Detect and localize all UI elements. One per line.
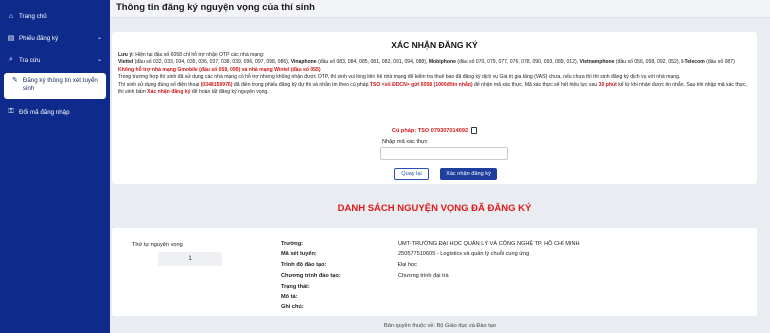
sidebar-item-home[interactable]: ⌂ Trang chủ: [0, 6, 110, 26]
search-icon: ⌕: [9, 56, 13, 63]
document-icon: ▤: [7, 35, 15, 42]
confirm-phrase: Xác nhận đăng ký: [147, 89, 191, 96]
phone-instruction-a: Thí sinh sử dụng đúng số điện thoại: [118, 81, 200, 88]
sms-syntax-line: Cú pháp: TSO 079307014092: [112, 127, 757, 134]
phone-instruction-c: để nhận mã xác thực. Mã xác thực sẽ hết …: [474, 81, 598, 88]
carrier-itelecom-numbers: (đầu số 087): [706, 59, 735, 66]
carrier-itelecom: I-Telecom: [681, 59, 705, 66]
wish-order-value: 1: [158, 252, 222, 266]
field-status-label: Trạng thái:: [281, 284, 310, 290]
home-icon: ⌂: [8, 12, 14, 20]
wish-card: Thứ tự nguyện vọng 1 Trường: UMT-TRƯỜNG …: [112, 228, 757, 316]
carrier-mobiphone: Mobiphone: [428, 59, 456, 66]
field-admission-code-label: Mã xét tuyển:: [281, 251, 317, 257]
field-program-label: Chương trình đào tạo:: [281, 273, 341, 279]
sidebar-item-admission-registration[interactable]: ✎ Đăng ký thông tin xét tuyển sinh: [4, 73, 106, 99]
field-training-level-value: Đại học: [398, 262, 417, 268]
field-program-value: Chương trình đại trà: [398, 273, 449, 279]
confirm-registration-button[interactable]: Xác nhận đăng ký: [440, 168, 497, 180]
confirm-registration-card: XÁC NHẬN ĐĂNG KÝ Lưu ý: Hiện tại đầu số …: [112, 32, 757, 184]
carrier-vinaphone-numbers: (đầu số 083, 084, 085, 081, 082, 091, 09…: [318, 59, 428, 66]
note-line: Hiện tại đầu số 6058 chỉ hỗ trợ nhận OTP…: [135, 52, 265, 58]
sidebar-item-change-password[interactable]: ⚿ Đổi mã đăng nhập: [0, 102, 110, 122]
syntax-text: Cú pháp: TSO 079307014092: [391, 127, 469, 134]
wish-order-label: Thứ tự nguyện vọng: [132, 242, 183, 248]
sidebar-item-label: Đổi mã đăng nhập: [19, 108, 70, 116]
phone-instruction-e: để hoàn tất đăng ký nguyện vọng.: [191, 89, 269, 96]
carrier-vietnamphone: Vietnamphone: [579, 59, 615, 66]
field-description-label: Mô tả:: [281, 294, 298, 300]
field-note-label: Ghi chú:: [281, 304, 304, 310]
key-icon: ⚿: [8, 108, 14, 115]
page-title: Thông tin đăng ký nguyện vọng của thí si…: [116, 2, 315, 13]
carrier-viettel: Viettel: [118, 59, 134, 66]
chevron-down-icon: ⌄: [96, 57, 102, 63]
field-school-value: UMT-TRƯỜNG ĐẠI HỌC QUẢN LÝ VÀ CÔNG NGHỆ …: [398, 241, 580, 247]
field-admission-code-value: 250577510605 - Logistics và quản lý chuỗ…: [398, 251, 530, 257]
otp-help-text: Trong trường hợp thí sinh đã sử dụng các…: [118, 74, 681, 81]
edit-icon: ✎: [12, 77, 18, 84]
sidebar-item-lookup[interactable]: ⌕ Tra cứu ⌄: [0, 50, 110, 70]
field-training-level-label: Trình độ đào tạo:: [281, 262, 327, 268]
sidebar-item-label: Tra cứu: [19, 56, 41, 64]
copyright-footer: Bản quyền thuộc về: Bộ Giáo dục và Đào t…: [384, 322, 496, 329]
sidebar: ⌂ Trang chủ ▤ Phiếu đăng ký ⌄ ⌕ Tra cứu …: [0, 0, 110, 333]
confirm-title: XÁC NHẬN ĐĂNG KÝ: [391, 40, 478, 50]
back-button[interactable]: Quay lại: [394, 168, 429, 180]
otp-notice: Lưu ý: Hiện tại đầu số 6058 chỉ hỗ trợ n…: [118, 52, 749, 96]
registered-wishes-heading: DANH SÁCH NGUYỆN VỌNG ĐÃ ĐĂNG KÝ: [337, 203, 532, 214]
copy-icon[interactable]: [471, 127, 478, 134]
carrier-vietnamphone-numbers: (đầu số 056, 058, 092, 052),: [615, 59, 680, 66]
carrier-viettel-numbers: (đầu số 032, 033, 034, 035, 036, 037, 03…: [134, 59, 290, 66]
phone-number: (0348159976): [200, 81, 233, 88]
carrier-vinaphone: Vinaphone: [290, 59, 317, 66]
verification-code-input[interactable]: [380, 147, 508, 160]
expiry-time: 30 phút: [598, 81, 617, 88]
sidebar-item-label: Phiếu đăng ký: [19, 34, 59, 42]
carrier-mobiphone-numbers: (đầu số 070, 079, 077, 076, 078, 090, 09…: [457, 59, 579, 66]
verification-code-label: Nhập mã xác thực: [382, 139, 428, 145]
phone-instruction-b: đã điền trong phiếu đăng ký dự thi và nh…: [233, 81, 369, 88]
chevron-down-icon: ⌄: [96, 35, 102, 41]
field-school-label: Trường:: [281, 241, 304, 247]
sidebar-item-registration-form[interactable]: ▤ Phiếu đăng ký ⌄: [0, 28, 110, 48]
note-prefix: Lưu ý:: [118, 52, 134, 58]
sidebar-item-label: Trang chủ: [19, 12, 47, 20]
sms-syntax: TSO <số ĐDCN> gửi 6058 (1000đ/tin nhắn): [369, 81, 473, 88]
sidebar-item-label: Đăng ký thông tin xét tuyển sinh: [22, 77, 98, 92]
